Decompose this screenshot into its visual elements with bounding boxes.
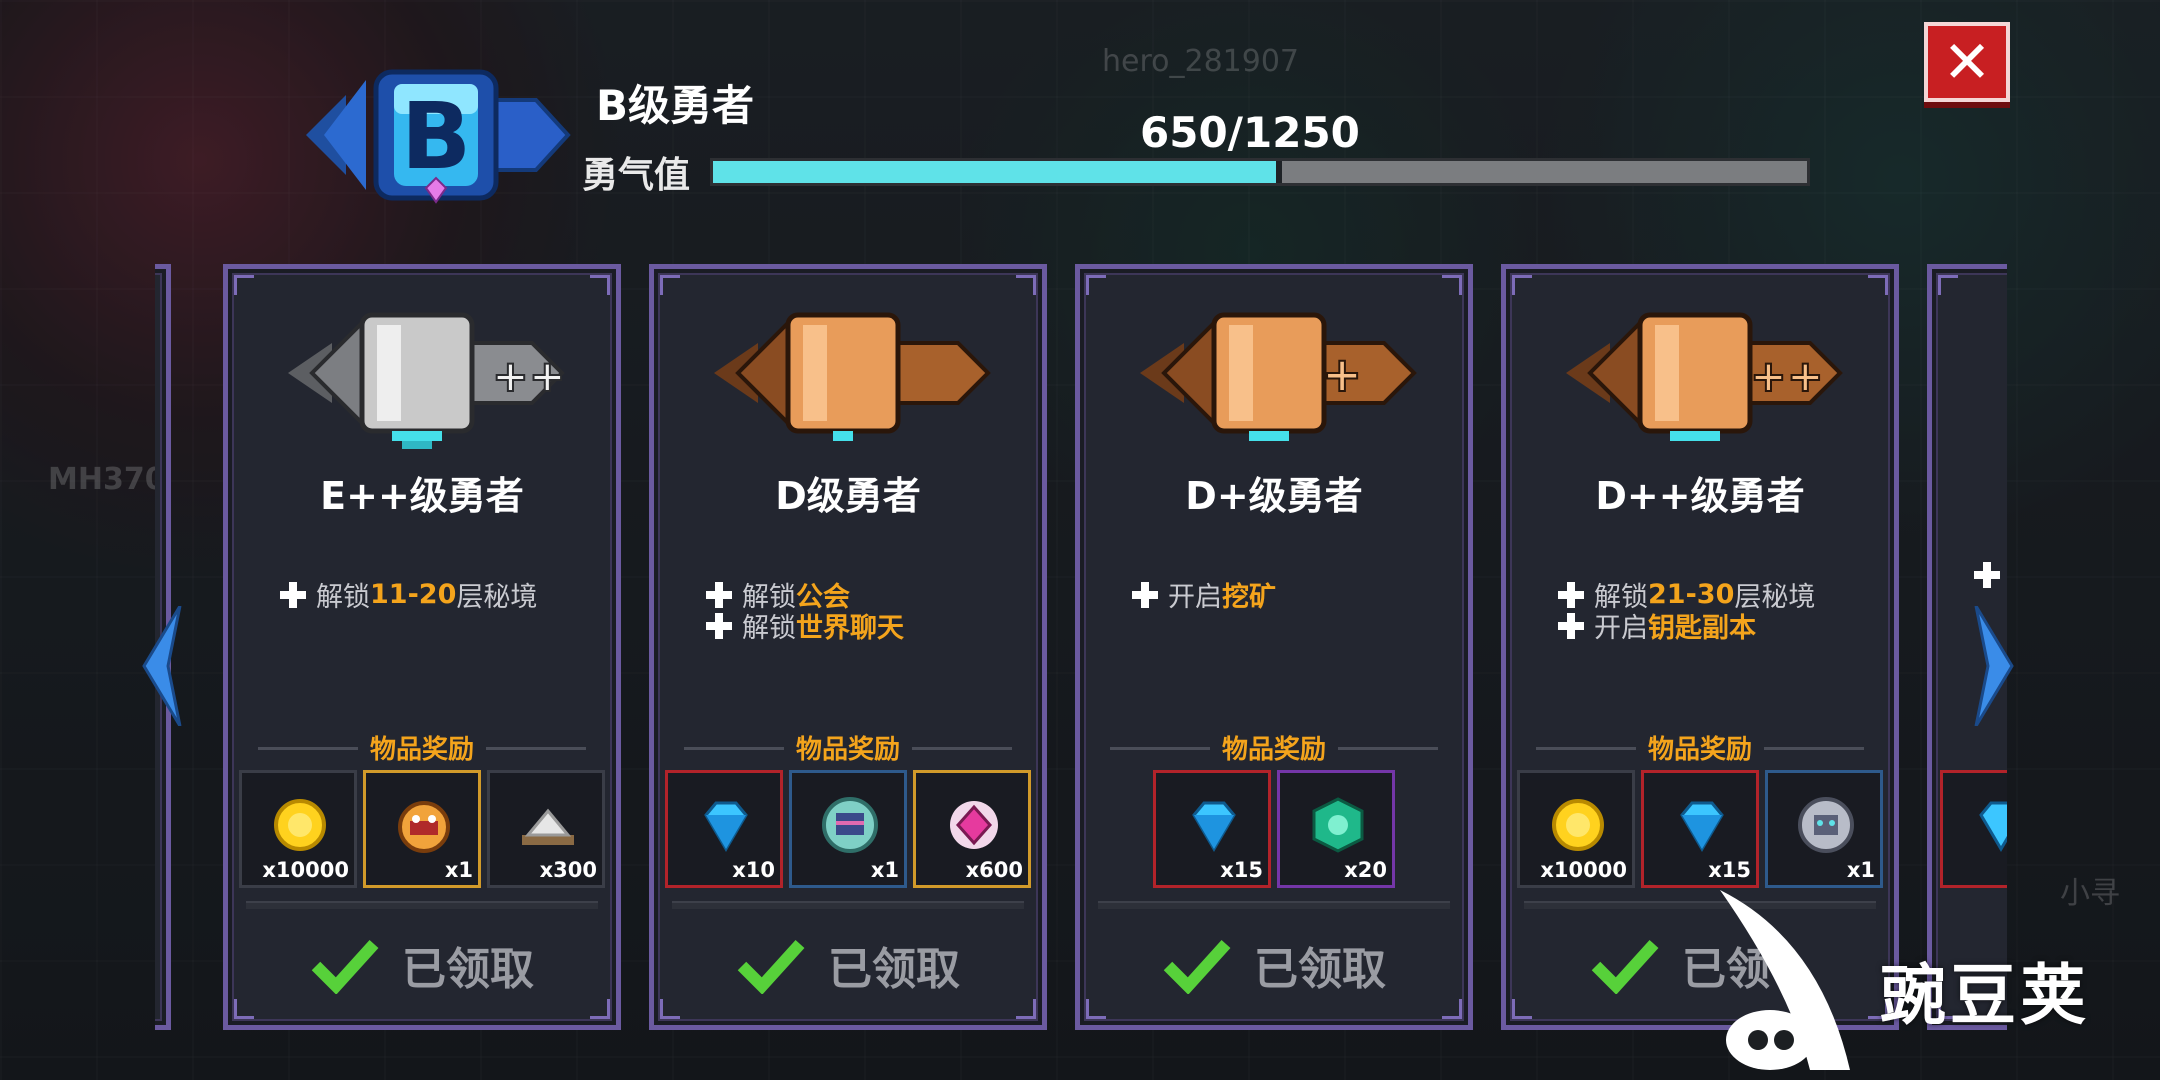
- plus-icon: [704, 611, 734, 641]
- rank-card-title: E++级勇者: [320, 474, 524, 518]
- courage-progress-text: 650/1250: [1140, 108, 1360, 157]
- card-divider: [672, 901, 1024, 909]
- claimed-label: 已领取: [1254, 944, 1386, 995]
- plus-icon: [1972, 560, 2002, 590]
- rewards-label: 物品奖励: [654, 729, 1042, 766]
- gold-coin-icon: [1552, 799, 1604, 851]
- blue-diamond-icon: [704, 801, 748, 852]
- reward-quantity: x10000: [262, 858, 349, 882]
- blue-diamond-icon: [1680, 801, 1724, 852]
- reward-item[interactable]: x300: [487, 770, 605, 888]
- checkmark-icon: [1163, 939, 1231, 994]
- reward-item[interactable]: x1: [789, 770, 907, 888]
- claimed-status: 已领取: [654, 933, 1042, 997]
- current-rank-title: B级勇者: [596, 81, 755, 130]
- reward-item[interactable]: x10: [665, 770, 783, 888]
- gold-coin-icon: [274, 799, 326, 851]
- blue-diamond-icon: [1192, 801, 1236, 852]
- rank-badge-d-plus-plus-icon: ++: [1560, 303, 1850, 453]
- svg-text:B: B: [401, 83, 471, 190]
- svg-text:++: ++: [492, 351, 566, 402]
- reward-item[interactable]: x20: [1277, 770, 1395, 888]
- reward-items: x10 x1 x600: [664, 770, 1032, 888]
- reward-quantity: x10000: [1540, 858, 1627, 882]
- reward-item[interactable]: x1: [363, 770, 481, 888]
- svg-text:+: +: [1322, 347, 1362, 403]
- close-button[interactable]: ✕: [1924, 22, 2010, 102]
- rewards-label: 物品奖励: [1080, 729, 1468, 766]
- current-rank-badge-icon: B: [306, 60, 576, 210]
- courage-progress-fill: [713, 161, 1282, 183]
- unlock-item: 解锁 世界聊天: [704, 610, 1022, 644]
- plus-icon: [278, 580, 308, 610]
- unlock-item: 开启 挖矿: [1130, 579, 1448, 613]
- plus-icon: [1556, 611, 1586, 641]
- claimed-status: 已领取: [1080, 933, 1468, 997]
- rewards-label: 物品奖励: [228, 729, 616, 766]
- rewards-label: 物品奖励: [1506, 729, 1894, 766]
- reward-item[interactable]: [1940, 770, 2007, 888]
- next-arrow-icon[interactable]: [1966, 606, 2016, 726]
- checkmark-icon: [1591, 939, 1659, 994]
- robot-medallion-icon: [1798, 797, 1854, 853]
- unlock-list: 开启 挖矿: [1130, 579, 1448, 613]
- rank-card-title: D++级勇者: [1595, 474, 1805, 518]
- reward-quantity: x1: [1846, 858, 1875, 882]
- reward-items: x15 x20: [1090, 770, 1458, 888]
- courage-label: 勇气值: [582, 155, 691, 196]
- reward-quantity: x1: [444, 858, 473, 882]
- unlock-item: 开启 钥匙副本: [1556, 610, 1874, 644]
- reward-quantity: x15: [1708, 858, 1751, 882]
- rank-card-title: D级勇者: [775, 474, 921, 518]
- reward-item[interactable]: x10000: [239, 770, 357, 888]
- treasure-pot-icon: [398, 801, 450, 853]
- checkmark-icon: [737, 939, 805, 994]
- reward-item[interactable]: x15: [1641, 770, 1759, 888]
- unlock-list: 解锁 11-20 层秘境: [278, 579, 596, 613]
- claimed-label: 已领取: [402, 944, 534, 995]
- claimed-status: 已领取: [228, 933, 616, 997]
- plus-icon: [1130, 580, 1160, 610]
- reward-quantity: x15: [1220, 858, 1263, 882]
- reward-items: x10000 x1 x300: [238, 770, 606, 888]
- rank-card-d-plus: + D+级勇者 开启 挖矿 物品奖励 x15 x20 已领取: [1075, 264, 1473, 1030]
- courage-progress-bar: [710, 158, 1810, 186]
- unlock-list: 解锁 公会 解锁 世界聊天: [704, 579, 1022, 644]
- plus-icon: [1556, 580, 1586, 610]
- chest-medallion-icon: [822, 797, 878, 853]
- rank-badge-d-plus-icon: +: [1134, 303, 1424, 453]
- rank-card-title: D+级勇者: [1185, 474, 1363, 518]
- rank-card-e-plus-plus: ++ E++级勇者 解锁 11-20 层秘境 物品奖励 x10000 x1 x300: [223, 264, 621, 1030]
- reward-item[interactable]: x15: [1153, 770, 1271, 888]
- reward-quantity: x1: [870, 858, 899, 882]
- reward-quantity: x300: [539, 858, 597, 882]
- card-divider: [1098, 901, 1450, 909]
- reward-quantity: x10: [732, 858, 775, 882]
- rank-badge-e-plus-plus-icon: ++: [282, 303, 572, 453]
- claimed-label: 已领取: [828, 944, 960, 995]
- unlock-item: 解锁 11-20 层秘境: [278, 579, 596, 613]
- ore-pile-icon: [522, 808, 574, 845]
- previous-arrow-icon[interactable]: [140, 606, 190, 726]
- reward-item[interactable]: x600: [913, 770, 1031, 888]
- green-token-icon: [1312, 797, 1364, 853]
- close-icon: ✕: [1942, 28, 1992, 96]
- svg-text:++: ++: [1750, 351, 1824, 402]
- rank-badge-d-icon: [708, 303, 998, 453]
- pink-gem-icon: [950, 801, 998, 849]
- plus-icon: [704, 580, 734, 610]
- blue-diamond-icon: [1979, 801, 2007, 852]
- reward-item[interactable]: x10000: [1517, 770, 1635, 888]
- card-divider: [246, 901, 598, 909]
- unlock-list: 解锁 21-30 层秘境 开启 钥匙副本: [1556, 579, 1874, 644]
- reward-items: x10000 x15 x1: [1516, 770, 1884, 888]
- reward-quantity: x20: [1344, 858, 1387, 882]
- reward-quantity: x600: [965, 858, 1023, 882]
- rank-card-d: D级勇者 解锁 公会 解锁 世界聊天 物品奖励 x10 x1 x600 已领取: [649, 264, 1047, 1030]
- checkmark-icon: [311, 939, 379, 994]
- watermark-text: 豌豆荚: [1880, 957, 2090, 1034]
- reward-item[interactable]: x1: [1765, 770, 1883, 888]
